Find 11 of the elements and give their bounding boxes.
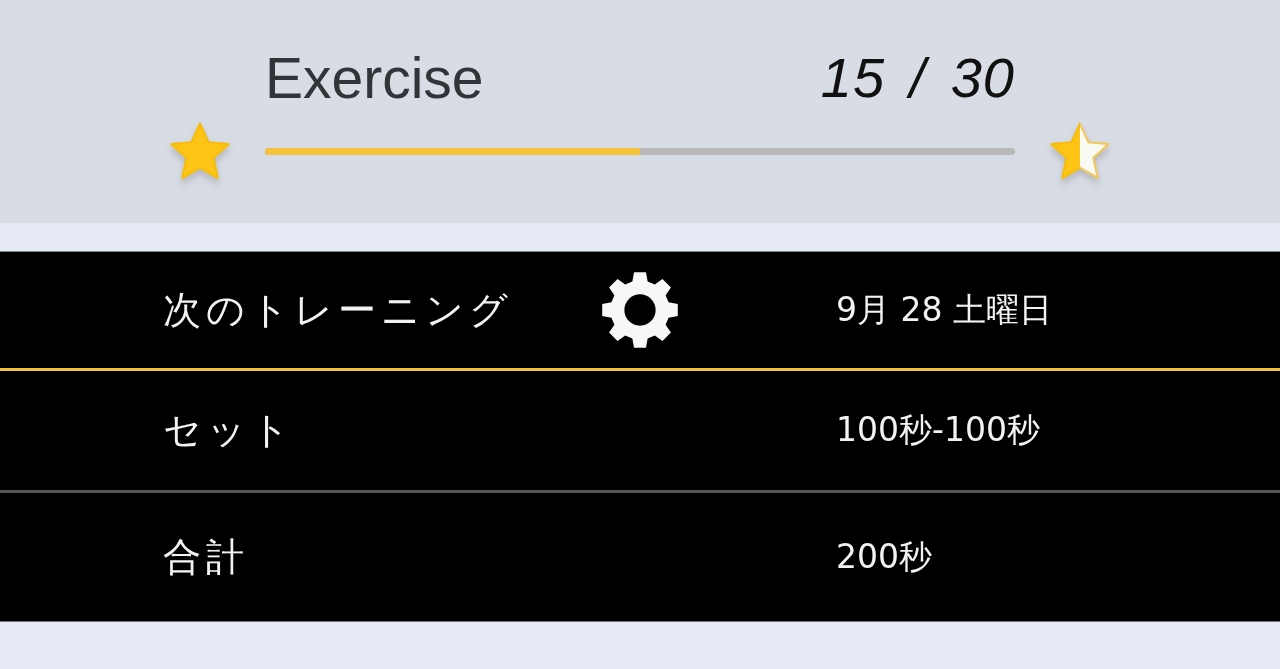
row-label: セット	[163, 407, 295, 454]
progress-count: 15 / 30	[820, 50, 1015, 106]
half-filled-star-icon	[1050, 122, 1110, 180]
row-label: 次のトレーニング	[163, 286, 513, 334]
row-label: 合計	[163, 533, 249, 581]
exercise-title: Exercise	[265, 49, 484, 107]
row-value: 9月 28 土曜日	[836, 288, 1052, 331]
star-icon	[170, 122, 230, 180]
row-value: 200秒	[836, 535, 932, 578]
settings-icon[interactable]	[600, 270, 680, 350]
row-value: 100秒-100秒	[836, 409, 1040, 451]
